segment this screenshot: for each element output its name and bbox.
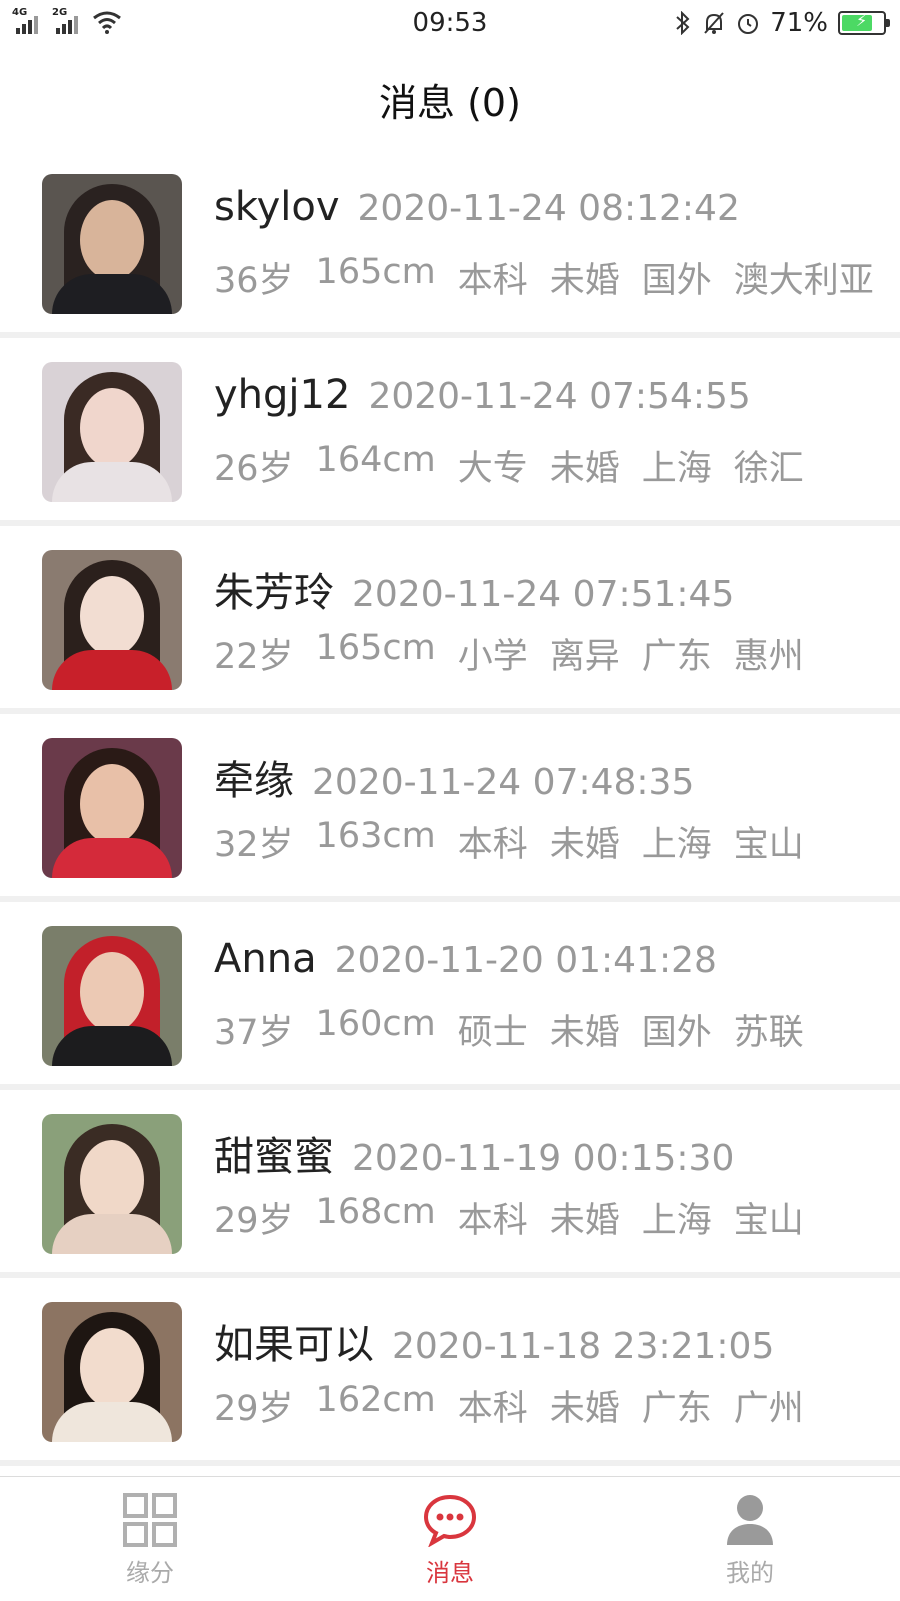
profile-info: 36岁 165cm 本科 未婚 国外 澳大利亚 bbox=[214, 252, 874, 303]
tab-mine[interactable]: 我的 bbox=[600, 1477, 900, 1601]
tab-label: 缘分 bbox=[126, 1559, 174, 1587]
info-region: 上海 bbox=[641, 825, 712, 865]
list-item[interactable]: skylov 2020-11-24 08:12:42 36岁 165cm 本科 … bbox=[0, 150, 900, 338]
avatar[interactable] bbox=[42, 738, 182, 878]
info-region: 国外 bbox=[641, 261, 712, 301]
avatar[interactable] bbox=[42, 1302, 182, 1442]
list-item[interactable]: 牵缘 2020-11-24 07:48:35 32岁 163cm 本科 未婚 上… bbox=[0, 714, 900, 902]
profile-info: 22岁 165cm 小学 离异 广东 惠州 bbox=[214, 628, 804, 679]
chat-bubble-icon bbox=[423, 1494, 477, 1547]
info-age: 32岁 bbox=[214, 825, 294, 865]
info-region: 上海 bbox=[641, 449, 712, 489]
info-marital: 离异 bbox=[549, 637, 620, 677]
info-age: 22岁 bbox=[214, 637, 294, 677]
tab-label: 我的 bbox=[726, 1559, 774, 1587]
info-age: 29岁 bbox=[214, 1389, 294, 1429]
profile-info: 29岁 162cm 本科 未婚 广东 广州 bbox=[214, 1380, 804, 1431]
message-time: 2020-11-20 01:41:28 bbox=[334, 940, 717, 981]
info-height: 163cm bbox=[315, 816, 436, 856]
message-time: 2020-11-24 08:12:42 bbox=[357, 188, 740, 229]
grid-icon bbox=[123, 1493, 177, 1547]
contact-name: 如果可以 bbox=[214, 1322, 374, 1368]
info-education: 本科 bbox=[457, 1389, 528, 1429]
bottom-tab-bar: 缘分 消息 我的 bbox=[0, 1476, 900, 1601]
profile-info: 32岁 163cm 本科 未婚 上海 宝山 bbox=[214, 816, 804, 867]
avatar[interactable] bbox=[42, 1114, 182, 1254]
list-item[interactable]: yhgj12 2020-11-24 07:54:55 26岁 164cm 大专 … bbox=[0, 338, 900, 526]
contact-name: Anna bbox=[214, 936, 317, 982]
info-region: 广东 bbox=[641, 637, 712, 677]
avatar[interactable] bbox=[42, 926, 182, 1066]
info-education: 本科 bbox=[457, 825, 528, 865]
contact-name: 甜蜜蜜 bbox=[214, 1134, 334, 1180]
info-marital: 未婚 bbox=[549, 825, 620, 865]
status-right: 71% ⚡ bbox=[674, 8, 890, 38]
info-age: 37岁 bbox=[214, 1013, 294, 1053]
info-height: 164cm bbox=[315, 440, 436, 480]
info-marital: 未婚 bbox=[549, 449, 620, 489]
list-item[interactable]: Anna 2020-11-20 01:41:28 37岁 160cm 硕士 未婚… bbox=[0, 902, 900, 1090]
info-city: 澳大利亚 bbox=[733, 261, 874, 301]
info-height: 165cm bbox=[315, 252, 436, 292]
info-education: 大专 bbox=[457, 449, 528, 489]
message-time: 2020-11-24 07:51:45 bbox=[352, 574, 735, 615]
info-age: 29岁 bbox=[214, 1201, 294, 1241]
info-city: 苏联 bbox=[733, 1013, 804, 1053]
avatar[interactable] bbox=[42, 550, 182, 690]
contact-name: yhgj12 bbox=[214, 372, 351, 418]
message-time: 2020-11-24 07:54:55 bbox=[368, 376, 751, 417]
person-icon bbox=[727, 1495, 773, 1545]
alarm-icon bbox=[738, 14, 759, 34]
contact-name: 朱芳玲 bbox=[214, 570, 334, 616]
info-height: 162cm bbox=[315, 1380, 436, 1420]
info-education: 硕士 bbox=[457, 1013, 528, 1053]
page-title: 消息 (0) bbox=[379, 81, 521, 125]
info-education: 本科 bbox=[457, 1201, 528, 1241]
info-age: 36岁 bbox=[214, 261, 294, 301]
info-age: 26岁 bbox=[214, 449, 294, 489]
info-height: 160cm bbox=[315, 1004, 436, 1044]
message-time: 2020-11-24 07:48:35 bbox=[312, 762, 695, 803]
info-region: 广东 bbox=[641, 1389, 712, 1429]
profile-info: 29岁 168cm 本科 未婚 上海 宝山 bbox=[214, 1192, 804, 1243]
list-item[interactable]: 如果可以 2020-11-18 23:21:05 29岁 162cm 本科 未婚… bbox=[0, 1278, 900, 1466]
profile-info: 37岁 160cm 硕士 未婚 国外 苏联 bbox=[214, 1004, 804, 1055]
tab-messages[interactable]: 消息 bbox=[300, 1477, 600, 1601]
info-region: 上海 bbox=[641, 1201, 712, 1241]
info-region: 国外 bbox=[641, 1013, 712, 1053]
mute-bell-icon bbox=[704, 12, 724, 34]
list-item[interactable]: 甜蜜蜜 2020-11-19 00:15:30 29岁 168cm 本科 未婚 … bbox=[0, 1090, 900, 1278]
info-education: 本科 bbox=[457, 261, 528, 301]
battery-icon: ⚡ bbox=[838, 11, 890, 35]
info-height: 168cm bbox=[315, 1192, 436, 1232]
message-list: skylov 2020-11-24 08:12:42 36岁 165cm 本科 … bbox=[0, 150, 900, 1466]
info-marital: 未婚 bbox=[549, 1013, 620, 1053]
info-city: 徐汇 bbox=[733, 449, 804, 489]
contact-name: 牵缘 bbox=[214, 758, 294, 804]
info-city: 惠州 bbox=[733, 637, 804, 677]
info-city: 宝山 bbox=[733, 825, 804, 865]
message-time: 2020-11-18 23:21:05 bbox=[392, 1326, 775, 1367]
bluetooth-icon bbox=[676, 11, 690, 35]
info-marital: 未婚 bbox=[549, 1201, 620, 1241]
info-marital: 未婚 bbox=[549, 1389, 620, 1429]
info-education: 小学 bbox=[457, 637, 528, 677]
profile-info: 26岁 164cm 大专 未婚 上海 徐汇 bbox=[214, 440, 804, 491]
battery-percent: 71% bbox=[770, 8, 828, 38]
message-time: 2020-11-19 00:15:30 bbox=[352, 1138, 735, 1179]
info-marital: 未婚 bbox=[549, 261, 620, 301]
info-city: 广州 bbox=[733, 1389, 804, 1429]
avatar[interactable] bbox=[42, 174, 182, 314]
list-item[interactable]: 朱芳玲 2020-11-24 07:51:45 22岁 165cm 小学 离异 … bbox=[0, 526, 900, 714]
info-height: 165cm bbox=[315, 628, 436, 668]
info-city: 宝山 bbox=[733, 1201, 804, 1241]
tab-yuanfen[interactable]: 缘分 bbox=[0, 1477, 300, 1601]
status-bar: 4G 2G 09:53 71% ⚡ bbox=[0, 0, 900, 46]
contact-name: skylov bbox=[214, 184, 340, 230]
tab-label: 消息 bbox=[426, 1559, 474, 1587]
avatar[interactable] bbox=[42, 362, 182, 502]
